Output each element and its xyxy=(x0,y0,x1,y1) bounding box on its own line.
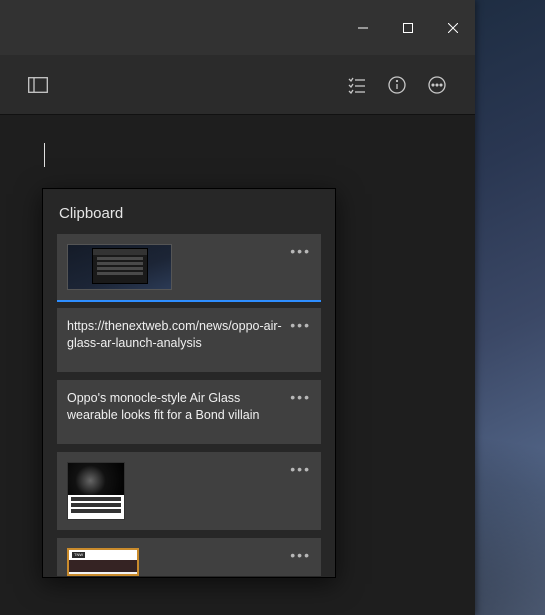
app-toolbar xyxy=(0,55,475,115)
clipboard-item[interactable]: https://thenextweb.com/news/oppo-air-gla… xyxy=(57,308,321,372)
window-close-button[interactable] xyxy=(430,0,475,55)
clipboard-item-more-button[interactable]: ••• xyxy=(290,460,311,479)
close-icon xyxy=(448,23,458,33)
window-maximize-button[interactable] xyxy=(385,0,430,55)
clipboard-item[interactable]: ••• xyxy=(57,452,321,530)
maximize-icon xyxy=(403,23,413,33)
info-button[interactable] xyxy=(377,65,417,105)
more-icon xyxy=(428,76,446,94)
clipboard-item-text: Oppo's monocle-style Air Glass wearable … xyxy=(67,391,259,422)
sidebar-icon xyxy=(28,77,48,93)
text-cursor xyxy=(44,143,45,167)
clipboard-item-more-button[interactable]: ••• xyxy=(290,316,311,335)
info-icon xyxy=(388,76,406,94)
window-minimize-button[interactable] xyxy=(340,0,385,55)
sidebar-toggle-button[interactable] xyxy=(18,65,58,105)
clipboard-title: Clipboard xyxy=(59,205,319,222)
clipboard-item[interactable]: ••• xyxy=(57,234,321,300)
clipboard-item-more-button[interactable]: ••• xyxy=(290,546,311,565)
clipboard-image-thumbnail xyxy=(67,462,125,520)
clipboard-panel: Clipboard ••• https://thenextweb.com/new… xyxy=(42,188,336,578)
clipboard-list: ••• https://thenextweb.com/news/oppo-air… xyxy=(57,234,321,577)
checklist-icon xyxy=(348,76,366,94)
window-titlebar xyxy=(0,0,475,55)
more-button[interactable] xyxy=(417,65,457,105)
clipboard-item-more-button[interactable]: ••• xyxy=(290,242,311,261)
clipboard-item[interactable]: Oppo's monocle-style Air Glass wearable … xyxy=(57,380,321,444)
clipboard-image-thumbnail xyxy=(67,244,172,290)
clipboard-item-more-button[interactable]: ••• xyxy=(290,388,311,407)
checklist-button[interactable] xyxy=(337,65,377,105)
clipboard-item[interactable]: TNW ••• xyxy=(57,538,321,576)
clipboard-item-text: https://thenextweb.com/news/oppo-air-gla… xyxy=(67,319,282,350)
clipboard-image-thumbnail: TNW xyxy=(67,548,139,576)
minimize-icon xyxy=(358,23,368,33)
